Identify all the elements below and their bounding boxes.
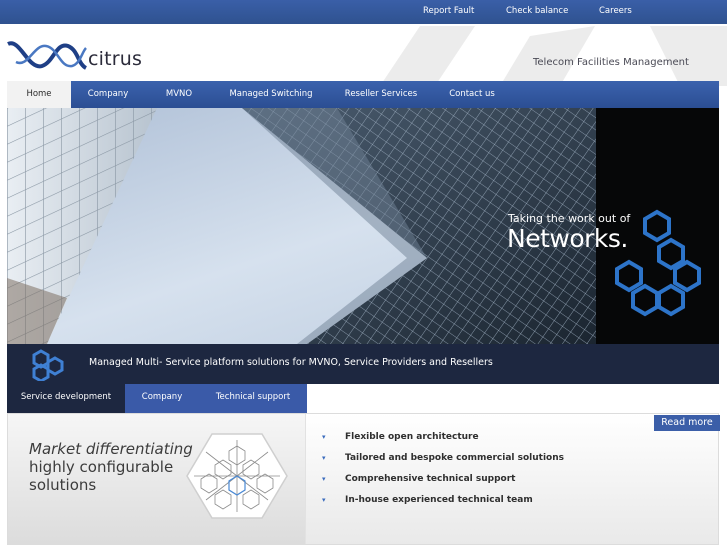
tab-technical-support[interactable]: Technical support <box>199 384 307 413</box>
arrow-bullet-icon: ▾ <box>322 433 326 441</box>
careers-link[interactable]: Careers <box>599 6 632 16</box>
content-right-panel: ▾ Flexible open architecture ▾ Tailored an… <box>306 414 718 544</box>
info-strip: Managed Multi- Service platform solution… <box>7 344 719 384</box>
hero-title: Networks. <box>507 224 628 253</box>
nav-item-company[interactable]: Company <box>77 81 139 108</box>
nav-item-home[interactable]: Home <box>7 81 71 108</box>
nav-item-reseller-services[interactable]: Reseller Services <box>337 81 425 108</box>
feature-item: ▾ Tailored and bespoke commercial solutio… <box>322 453 564 463</box>
feature-text: Comprehensive technical support <box>345 474 516 484</box>
report-fault-link[interactable]: Report Fault <box>423 6 474 16</box>
feature-text: In-house experienced technical team <box>345 495 533 505</box>
feature-item: ▾ In-house experienced technical team <box>322 495 533 505</box>
feature-text: Tailored and bespoke commercial solution… <box>345 453 564 463</box>
hero-banner: Taking the work out of Networks. <box>7 108 719 344</box>
feature-item: ▾ Flexible open architecture <box>322 432 479 442</box>
feature-text: Flexible open architecture <box>345 432 479 442</box>
read-more-button[interactable]: Read more <box>654 415 720 431</box>
brand-tagline: Telecom Facilities Management <box>533 57 689 68</box>
market-heading-line-3: solutions <box>29 476 97 494</box>
arrow-bullet-icon: ▾ <box>322 496 326 504</box>
check-balance-link[interactable]: Check balance <box>506 6 568 16</box>
brand-name[interactable]: citrus <box>88 48 142 70</box>
market-heading-line-1: Market differentiating <box>29 440 193 458</box>
nav-item-contact-us[interactable]: Contact us <box>443 81 501 108</box>
tab-company[interactable]: Company <box>125 384 199 413</box>
nav-item-mvno[interactable]: MVNO <box>155 81 203 108</box>
network-graphic-icon <box>186 433 288 519</box>
arrow-bullet-icon: ▾ <box>322 475 326 483</box>
top-utility-bar: Report Fault Check balance Careers <box>0 0 727 24</box>
tab-service-development[interactable]: Service development <box>7 384 125 413</box>
content-panel: Market differentiating highly configurab… <box>7 413 720 545</box>
background-watermark <box>380 26 727 86</box>
content-left-panel: Market differentiating highly configurab… <box>8 414 305 544</box>
hexagon-network-icon <box>615 209 701 317</box>
market-heading-line-2: highly configurable <box>29 458 174 476</box>
arrow-bullet-icon: ▾ <box>322 454 326 462</box>
hexagon-small-icon <box>32 349 64 381</box>
feature-item: ▾ Comprehensive technical support <box>322 474 515 484</box>
nav-item-managed-switching[interactable]: Managed Switching <box>223 81 319 108</box>
strip-text: Managed Multi- Service platform solution… <box>89 357 493 368</box>
market-heading: Market differentiating highly configurab… <box>29 440 193 494</box>
main-navigation: Home Company MVNO Managed Switching Rese… <box>7 81 719 108</box>
